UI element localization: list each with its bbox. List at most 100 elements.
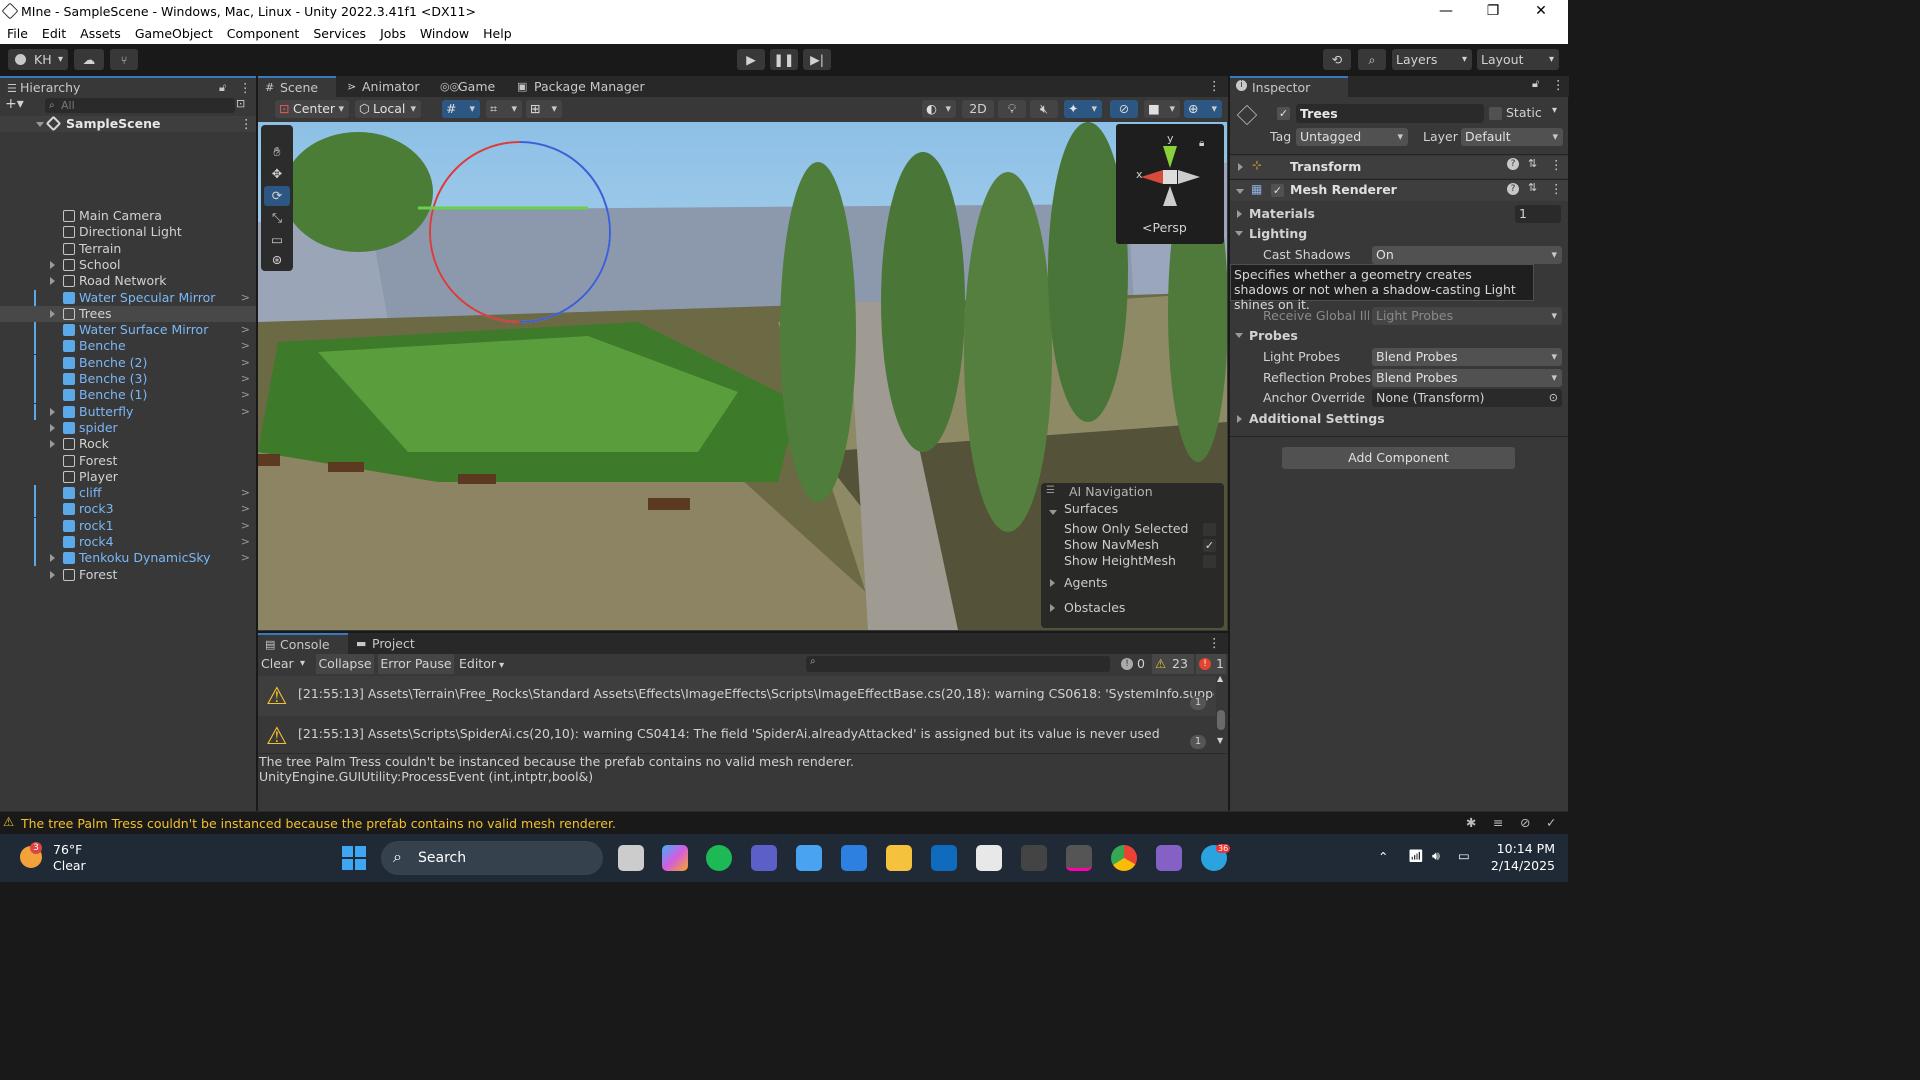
copilot-icon[interactable] xyxy=(662,845,688,871)
menu-assets[interactable]: Assets xyxy=(73,26,128,41)
hierarchy-item[interactable]: rock4 > xyxy=(0,534,256,550)
hierarchy-item[interactable]: rock1 > xyxy=(0,517,256,534)
tag-dropdown[interactable]: Untagged xyxy=(1296,128,1408,146)
menu-services[interactable]: Services xyxy=(306,26,373,41)
hierarchy-scene-row[interactable]: SampleScene ⋮ xyxy=(0,115,256,132)
expand-arrow-icon[interactable] xyxy=(50,570,55,579)
hierarchy-search-input[interactable]: ⌕ All xyxy=(45,98,235,113)
hierarchy-item[interactable]: cliff > xyxy=(0,485,256,502)
tab-project[interactable]: ▬ Project xyxy=(350,633,415,654)
hierarchy-item[interactable]: Rock xyxy=(0,436,256,452)
hierarchy-item[interactable]: Forest xyxy=(0,567,256,583)
search-button[interactable]: ⌕ xyxy=(1358,49,1386,70)
expand-arrow-icon[interactable] xyxy=(50,407,55,416)
mesh-renderer-component-header[interactable]: ▦ ✓ Mesh Renderer ? ⇅ ⋮ xyxy=(1230,179,1568,201)
hierarchy-item[interactable]: Benche (3) > xyxy=(0,371,256,387)
mail-icon[interactable] xyxy=(841,845,867,871)
hierarchy-item[interactable]: Water Specular Mirror > xyxy=(0,289,256,306)
hierarchy-item[interactable]: School xyxy=(0,257,256,273)
lock-icon[interactable]: 🔓︎ xyxy=(219,78,226,97)
teams-icon[interactable] xyxy=(751,845,777,871)
debug-icon[interactable]: ✱ xyxy=(1466,815,1476,830)
stack-icon[interactable]: ≡ xyxy=(1493,815,1503,830)
draw-mode-dropdown[interactable]: ◐ xyxy=(922,100,956,118)
pause-button[interactable]: ❚❚ xyxy=(770,49,798,70)
help-icon[interactable]: ? xyxy=(1507,158,1519,170)
clear-button[interactable]: Clear xyxy=(258,654,296,674)
menu-help[interactable]: Help xyxy=(476,26,519,41)
transform-component-header[interactable]: ⊹ Transform ? ⇅ ⋮ xyxy=(1230,156,1568,178)
active-checkbox[interactable]: ✓ xyxy=(1277,107,1290,120)
play-button[interactable]: ▶ xyxy=(737,49,765,70)
visual-studio-icon[interactable] xyxy=(1156,845,1182,871)
info-filter-toggle[interactable]: ! 0 xyxy=(1118,654,1148,674)
component-menu-icon[interactable]: ⋮ xyxy=(1550,157,1563,172)
hierarchy-item[interactable]: Benche (1) > xyxy=(0,387,256,404)
step-button[interactable]: ▶| xyxy=(803,49,831,70)
menu-window[interactable]: Window xyxy=(413,26,476,41)
materials-count-field[interactable]: 1 xyxy=(1515,205,1561,223)
scene-menu-icon[interactable]: ⋮ xyxy=(240,116,253,132)
surfaces-foldout[interactable]: Surfaces xyxy=(1064,501,1118,516)
component-menu-icon[interactable]: ⋮ xyxy=(1550,181,1563,196)
console-scrollbar[interactable]: ▲ ▼ xyxy=(1216,674,1226,748)
hierarchy-item[interactable]: Forest xyxy=(0,453,256,469)
hierarchy-item[interactable]: Directional Light xyxy=(0,224,256,240)
gizmo-x-axis[interactable] xyxy=(1141,170,1163,184)
inspector-lock-icon[interactable]: 🔓︎ xyxy=(1532,77,1539,91)
hierarchy-item[interactable]: Player xyxy=(0,469,256,485)
layout-dropdown[interactable]: Layout ▾ xyxy=(1477,49,1559,70)
weather-widget[interactable]: 3 76°F Clear xyxy=(18,840,98,876)
layer-dropdown[interactable]: Default xyxy=(1461,128,1563,146)
probes-foldout[interactable]: Probes xyxy=(1249,328,1298,343)
scroll-up-icon[interactable]: ▲ xyxy=(1217,674,1223,683)
orientation-gizmo[interactable]: y x 🔒︎ <Persp xyxy=(1116,124,1224,244)
perspective-toggle[interactable]: <Persp xyxy=(1142,220,1187,235)
outlook-icon[interactable] xyxy=(931,845,957,871)
console-search-input[interactable]: ⌕ xyxy=(806,656,1110,672)
battery-icon[interactable]: ▭ xyxy=(1458,848,1470,863)
drag-handle-icon[interactable]: ☰ xyxy=(1046,485,1055,496)
prefab-open-icon[interactable]: > xyxy=(241,404,250,420)
increment-snap-dropdown[interactable]: ⌗ xyxy=(486,100,522,118)
tab-console[interactable]: ▤ Console xyxy=(258,633,348,654)
clock[interactable]: 10:14 PM 2/14/2025 xyxy=(1485,840,1555,874)
tab-package-manager[interactable]: ▣ Package Manager xyxy=(512,76,645,97)
rotate-tool-button[interactable]: ⟳ xyxy=(264,186,290,206)
menu-gameobject[interactable]: GameObject xyxy=(128,26,220,41)
prefab-open-icon[interactable]: > xyxy=(241,290,250,306)
search-filter-icon[interactable]: ⊡ xyxy=(236,97,245,110)
menu-edit[interactable]: Edit xyxy=(35,26,73,41)
scroll-thumb[interactable] xyxy=(1217,710,1225,730)
show-only-selected-checkbox[interactable] xyxy=(1203,523,1216,536)
cloud-button[interactable]: ☁ xyxy=(74,49,104,70)
expand-arrow-icon[interactable] xyxy=(50,309,55,318)
pivot-dropdown[interactable]: ⊡ Center xyxy=(275,100,349,118)
hidden-objects-toggle[interactable]: ⊘ xyxy=(1110,100,1138,118)
menu-jobs[interactable]: Jobs xyxy=(373,26,413,41)
grid-snapping-dropdown[interactable]: # xyxy=(442,100,480,118)
error-filter-toggle[interactable]: ! 1 xyxy=(1196,654,1226,674)
start-button[interactable] xyxy=(342,846,366,870)
expand-arrow-icon[interactable] xyxy=(50,423,55,432)
hierarchy-item[interactable]: Benche > xyxy=(0,338,256,355)
spotify-icon[interactable] xyxy=(706,845,732,871)
hierarchy-item[interactable]: spider xyxy=(0,420,256,436)
materials-foldout[interactable]: Materials xyxy=(1249,206,1315,221)
preset-icon[interactable]: ⇅ xyxy=(1528,181,1537,194)
version-control-button[interactable]: ⑂ xyxy=(110,49,138,70)
task-view-icon[interactable] xyxy=(618,845,644,871)
mesh-renderer-enabled-checkbox[interactable]: ✓ xyxy=(1271,184,1284,197)
hierarchy-item[interactable]: Road Network xyxy=(0,273,256,289)
gizmo-z-axis[interactable] xyxy=(1178,170,1200,184)
object-name-field[interactable]: Trees xyxy=(1296,104,1484,123)
console-more-icon[interactable]: ⋮ xyxy=(1208,635,1221,650)
layers-dropdown[interactable]: Layers ▾ xyxy=(1392,49,1472,70)
audio-toggle[interactable]: 🔇︎ xyxy=(1030,100,1058,118)
receive-gi-dropdown[interactable]: Light Probes xyxy=(1372,307,1562,325)
transform-tool-button[interactable]: ⊛ xyxy=(264,250,290,270)
collapse-button[interactable]: Collapse xyxy=(316,654,374,674)
expand-arrow-icon[interactable] xyxy=(50,440,55,449)
agents-foldout[interactable]: Agents xyxy=(1064,575,1108,590)
tab-scene[interactable]: # Scene xyxy=(258,76,336,97)
